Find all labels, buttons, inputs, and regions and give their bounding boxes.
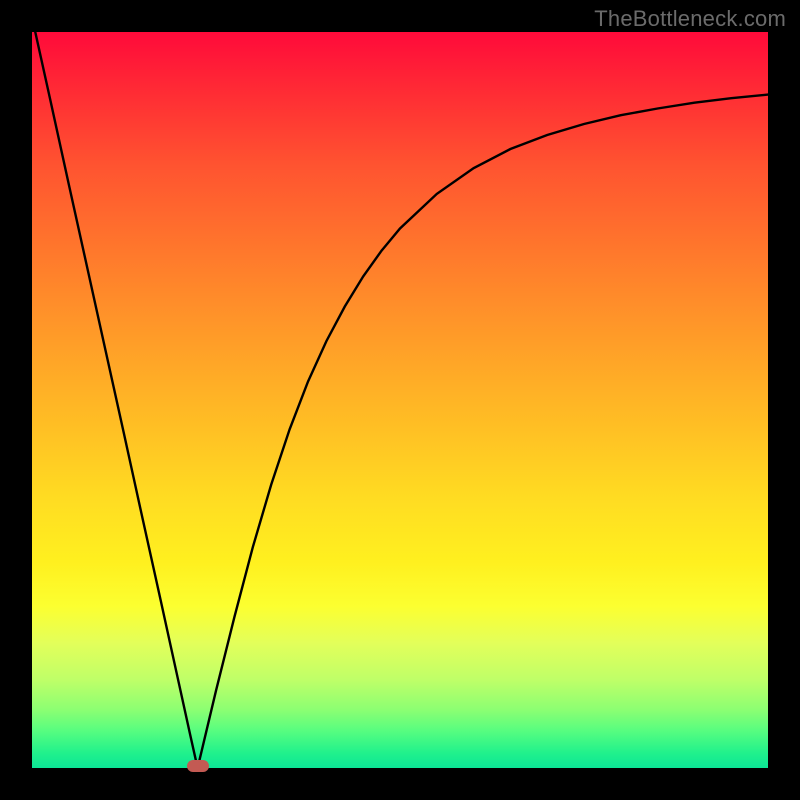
min-marker	[187, 760, 209, 772]
chart-frame: TheBottleneck.com	[0, 0, 800, 800]
watermark-text: TheBottleneck.com	[594, 6, 786, 32]
plot-area	[32, 32, 768, 768]
bottleneck-curve-left	[32, 17, 198, 768]
bottleneck-curve-right	[198, 95, 768, 768]
curve-layer	[32, 32, 768, 768]
